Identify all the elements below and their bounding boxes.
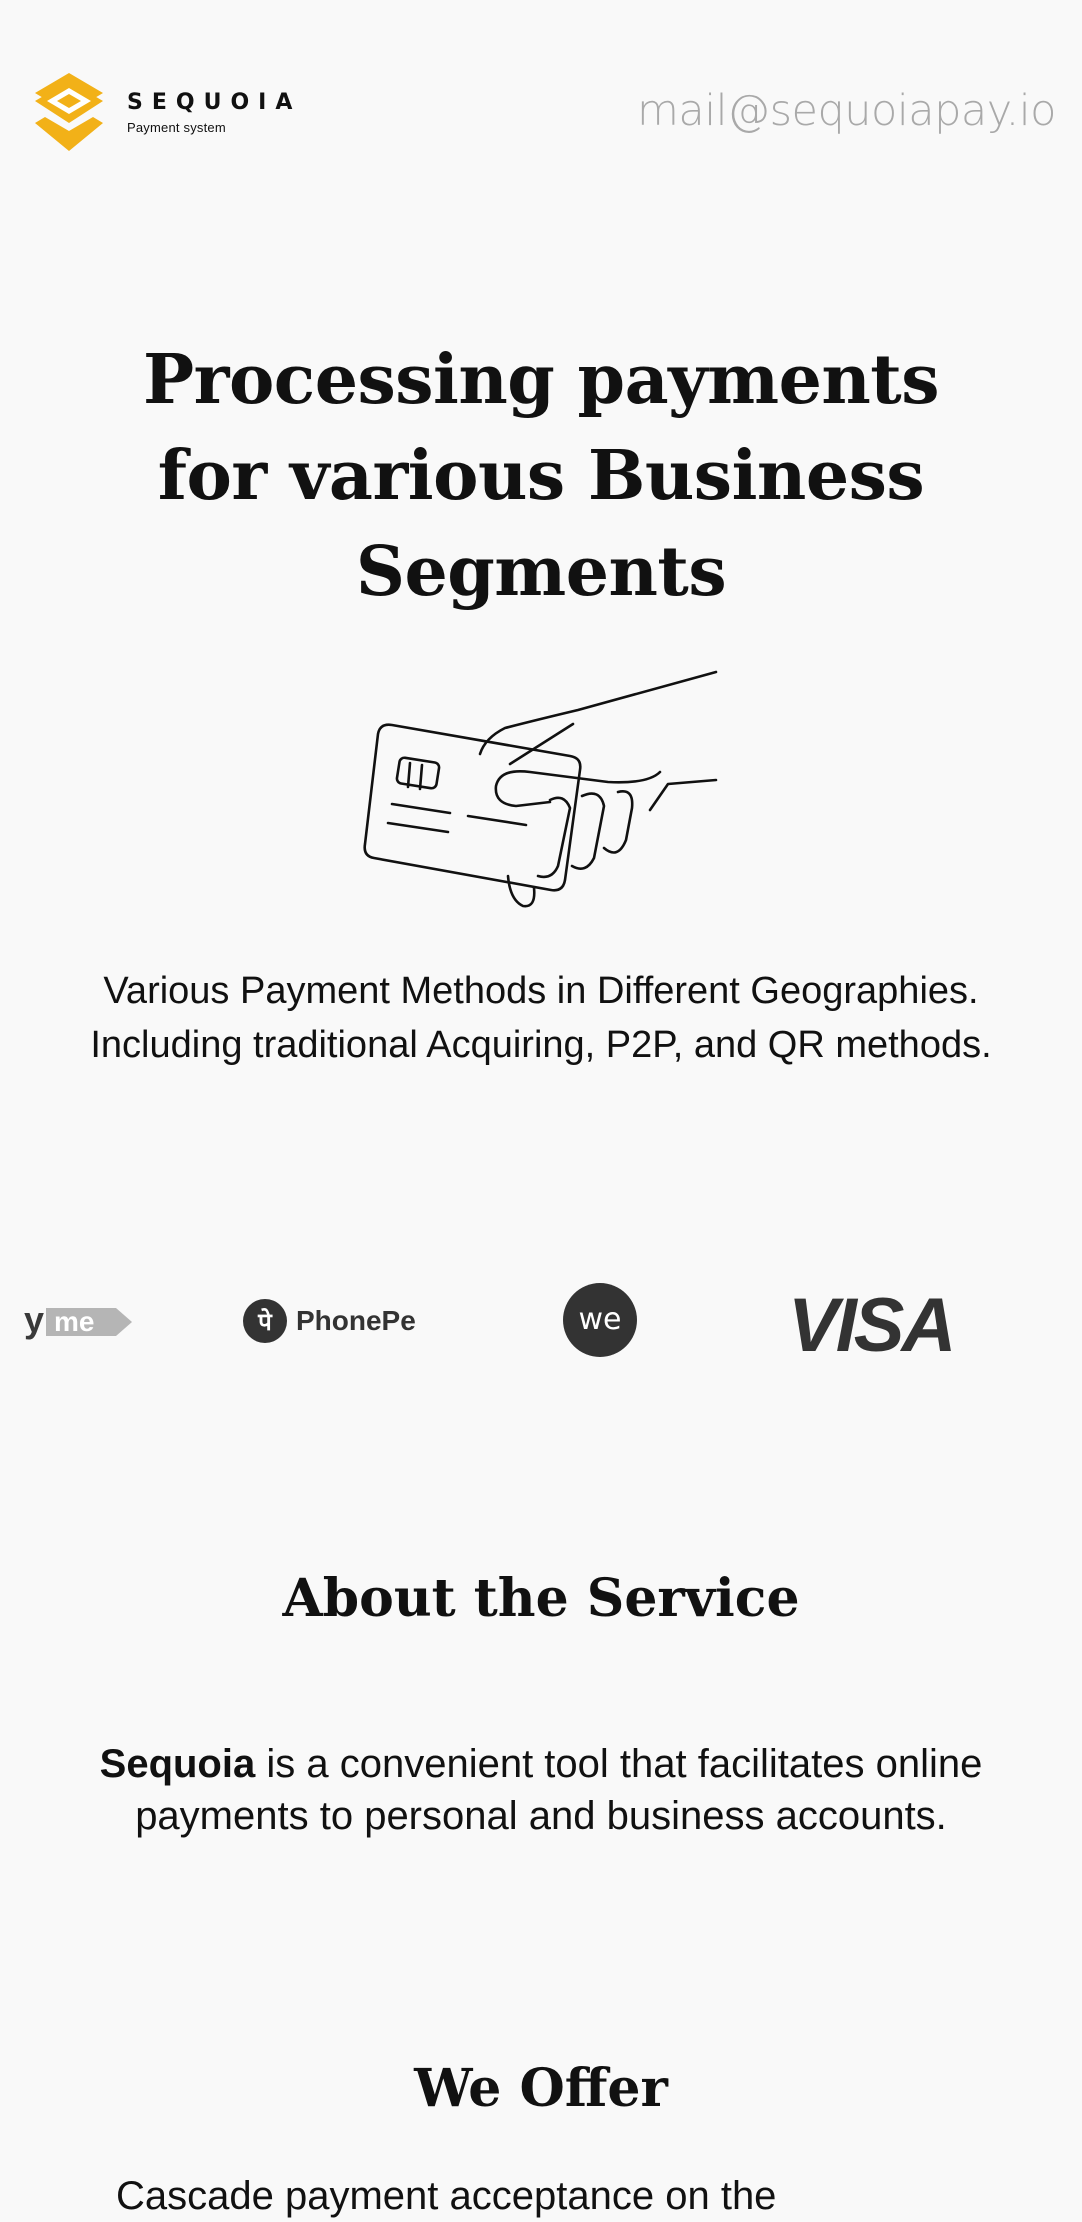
visa-logo: VISA xyxy=(788,1283,956,1368)
phonepe-logo-icon: पे xyxy=(243,1299,287,1343)
about-brand: Sequoia xyxy=(99,1742,256,1786)
yme-logo-y: y xyxy=(24,1300,44,1340)
offer-item: Cascade payment acceptance on the xyxy=(116,2174,777,2218)
yme-logo-me: me xyxy=(54,1306,94,1337)
site-header: SEQUOIA Payment system mail@sequoiapay.i… xyxy=(0,0,1082,224)
offer-title: We Offer xyxy=(414,2058,668,2119)
about-text-line-2: payments to personal and business accoun… xyxy=(135,1794,947,1838)
hero-title: Processing payments for various Business… xyxy=(0,332,1082,620)
phonepe-logo-text: PhonePe xyxy=(296,1305,416,1336)
hero-title-line-1: Processing payments xyxy=(142,340,940,420)
hero-subtitle-line-2: Including traditional Acquiring, P2P, an… xyxy=(90,1024,992,1066)
brand-name: SEQUOIA xyxy=(127,89,302,115)
about-text-line-1: is a convenient tool that facilitates on… xyxy=(255,1742,983,1786)
hero-title-line-3: Segments xyxy=(355,532,727,612)
visa-logo-text: VISA xyxy=(788,1283,956,1368)
hand-holding-card-icon xyxy=(363,670,718,908)
svg-text:पे: पे xyxy=(257,1308,273,1336)
hero-subtitle: Various Payment Methods in Different Geo… xyxy=(0,964,1082,1072)
brand-tagline: Payment system xyxy=(127,119,226,135)
sequoia-logo[interactable]: SEQUOIA Payment system xyxy=(33,71,301,153)
sequoia-logo-icon xyxy=(35,73,103,151)
payment-logos-strip: y me पे PhonePe we VISA xyxy=(0,1270,1082,1370)
about-text: Sequoia is a convenient tool that facili… xyxy=(0,1738,1082,1842)
we-logo: we xyxy=(562,1282,638,1358)
yme-logo: y me xyxy=(24,1300,134,1340)
we-logo-text: we xyxy=(579,1302,622,1337)
hero-title-line-2: for various Business xyxy=(157,436,925,516)
about-title: About the Service xyxy=(282,1568,800,1629)
email-link[interactable]: mail@sequoiapay.io xyxy=(637,86,1057,136)
phonepe-logo: पे PhonePe xyxy=(242,1298,416,1344)
hero-subtitle-line-1: Various Payment Methods in Different Geo… xyxy=(103,970,979,1012)
